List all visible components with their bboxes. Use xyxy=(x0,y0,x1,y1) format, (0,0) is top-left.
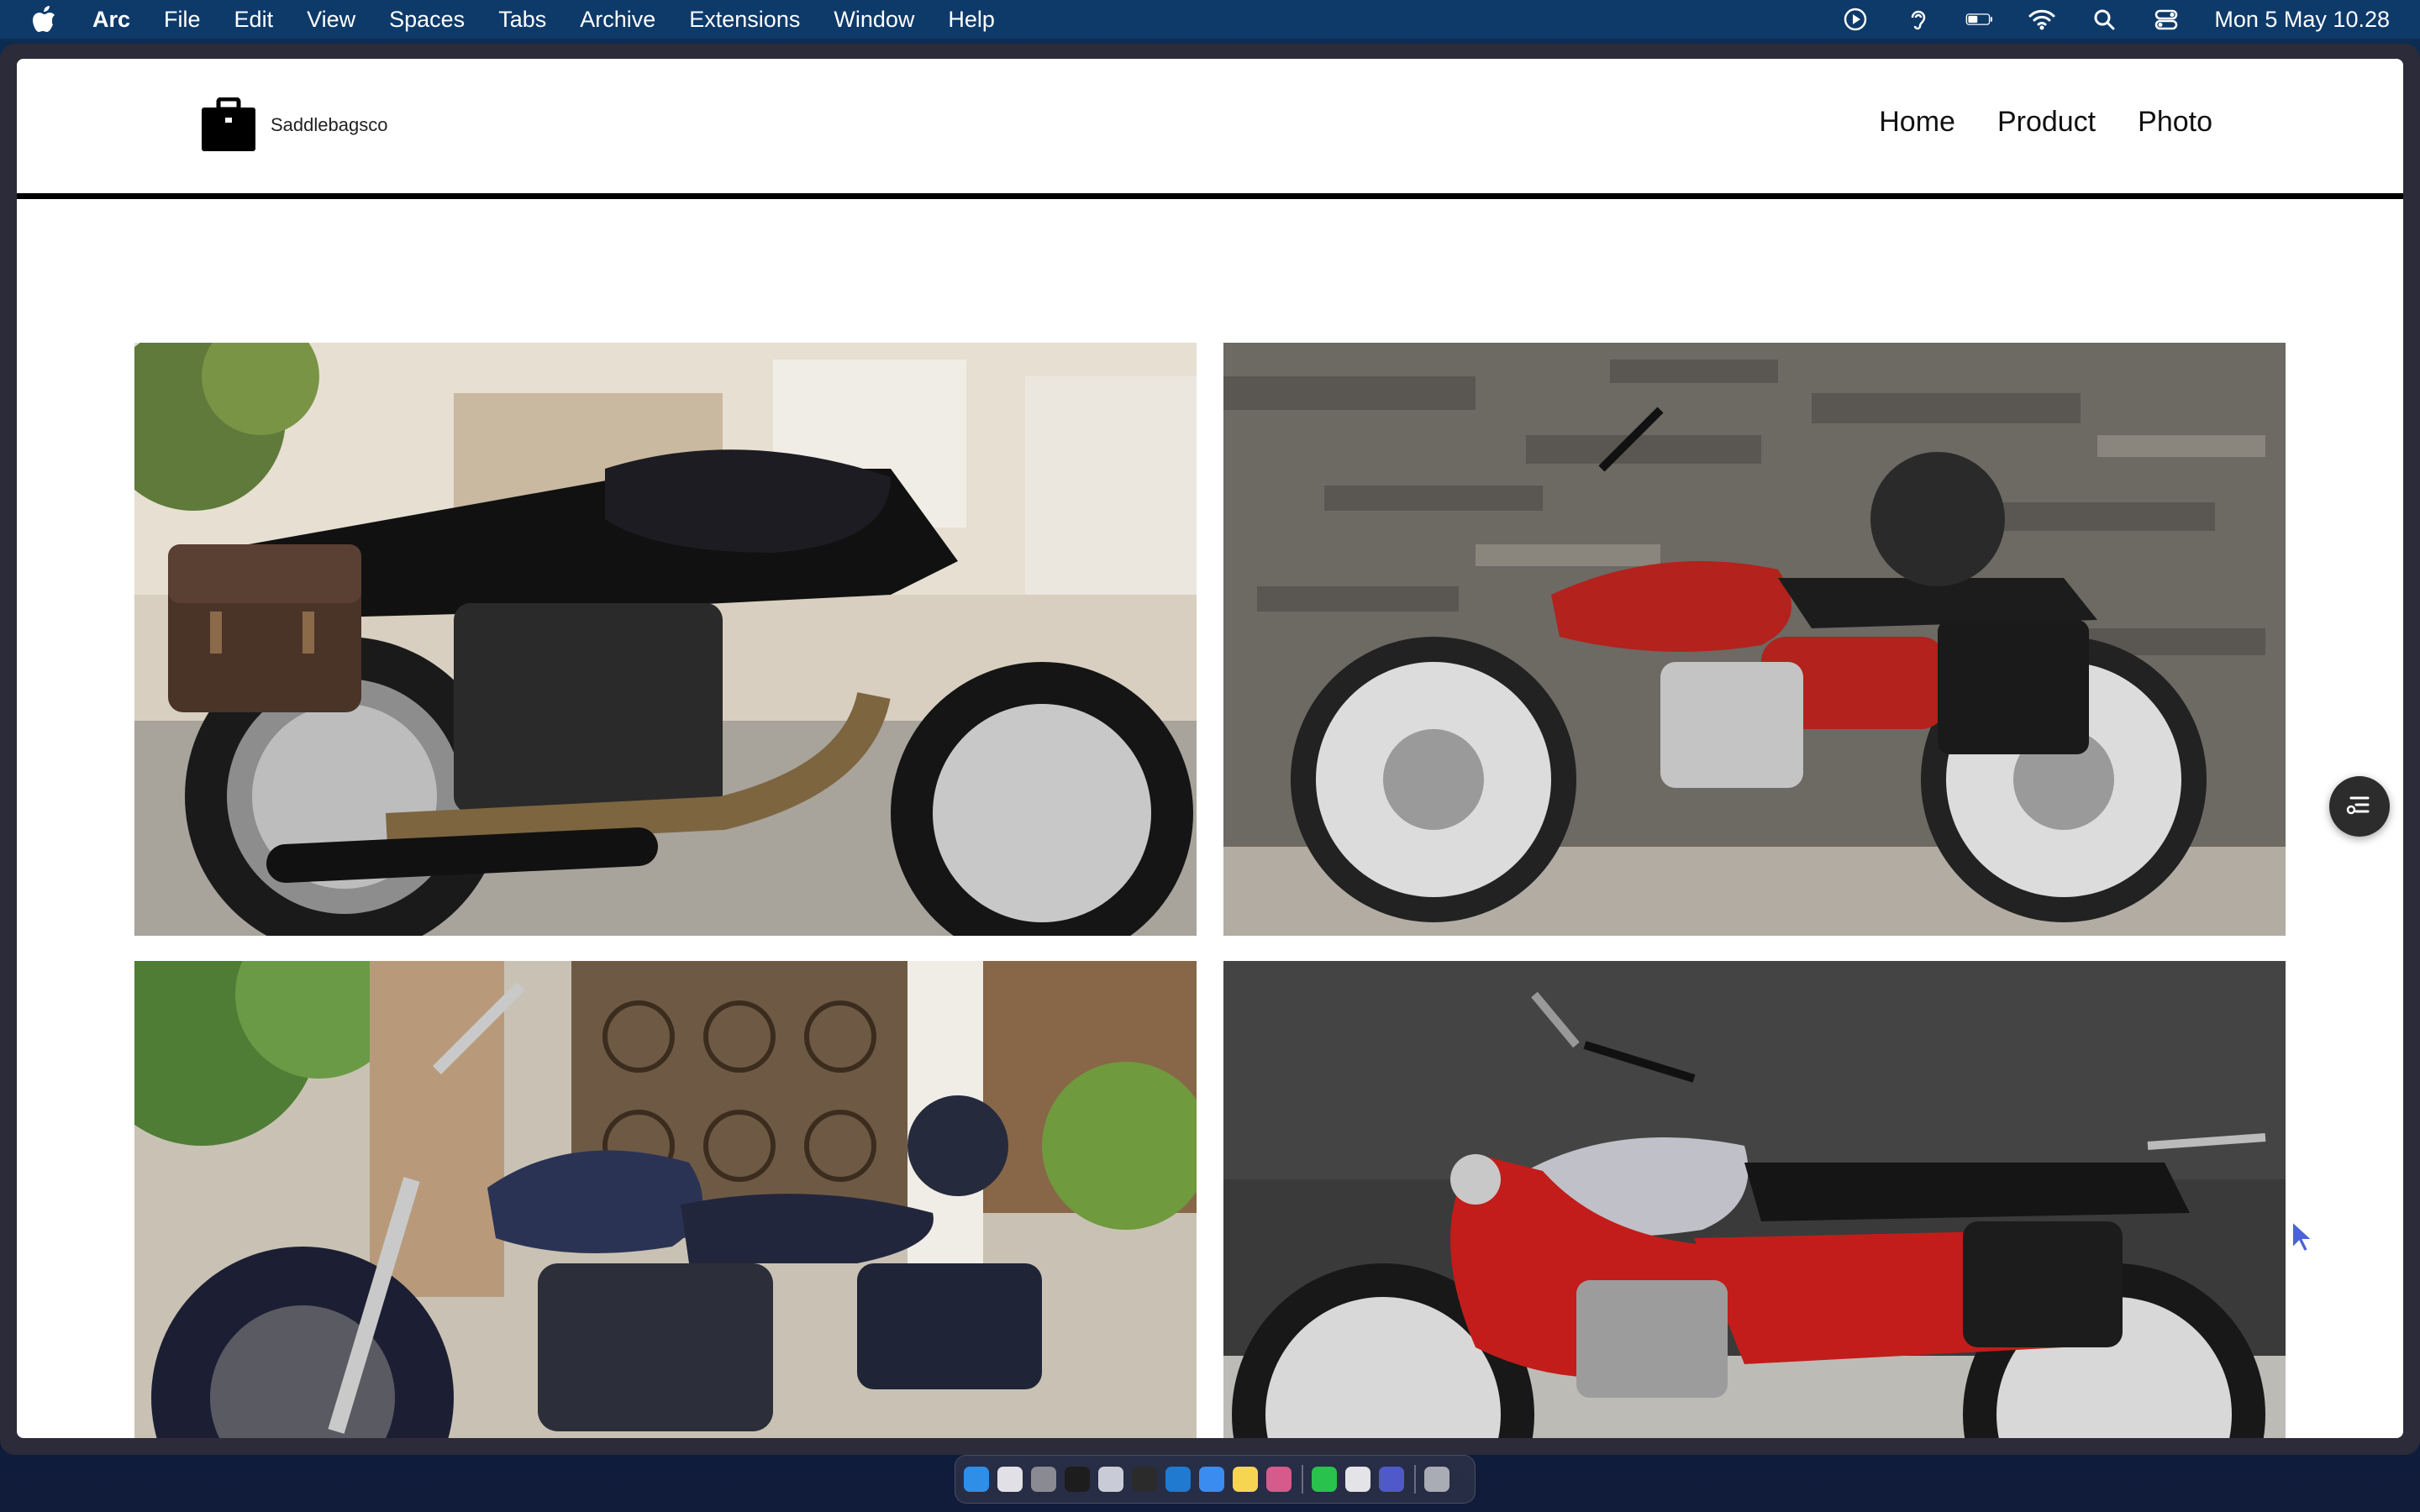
briefcase-logo-icon xyxy=(200,97,257,153)
floating-menu-button[interactable] xyxy=(2329,776,2390,837)
nav-home[interactable]: Home xyxy=(1879,106,1955,139)
nav-photo[interactable]: Photo xyxy=(2138,106,2212,139)
dock xyxy=(955,1455,1476,1504)
menu-app-name[interactable]: Arc xyxy=(92,7,130,33)
disk-utility-icon[interactable] xyxy=(1098,1467,1123,1492)
photo-black-cafe-racer[interactable] xyxy=(134,343,1197,936)
menu-window[interactable]: Window xyxy=(834,7,914,33)
menu-tabs[interactable]: Tabs xyxy=(498,7,546,33)
menu-clock[interactable]: Mon 5 May 10.28 xyxy=(2214,7,2390,33)
control-center-icon[interactable] xyxy=(2152,5,2181,34)
browser-window: Saddlebagsco Home Product Photo xyxy=(0,44,2420,1455)
launchpad-icon[interactable] xyxy=(997,1467,1023,1492)
menu-extensions[interactable]: Extensions xyxy=(689,7,800,33)
console-icon[interactable] xyxy=(1132,1467,1157,1492)
notes-icon[interactable] xyxy=(1233,1467,1258,1492)
menu-view[interactable]: View xyxy=(307,7,355,33)
menu-edit[interactable]: Edit xyxy=(234,7,274,33)
photos-app-icon[interactable] xyxy=(1266,1467,1292,1492)
site-nav: Home Product Photo xyxy=(1837,106,2212,139)
hearing-icon[interactable] xyxy=(1903,5,1932,34)
menu-file[interactable]: File xyxy=(164,7,201,33)
photo-navy-cruiser-motorcycle[interactable] xyxy=(134,961,1197,1438)
apple-icon[interactable] xyxy=(30,5,59,34)
battery-icon[interactable] xyxy=(1965,5,1994,34)
mouse-cursor-icon xyxy=(2291,1219,2315,1253)
dock-separator xyxy=(1302,1465,1303,1494)
photo-red-honda-motorcycle[interactable] xyxy=(1223,343,2286,936)
play-circle-icon[interactable] xyxy=(1841,5,1870,34)
safari-icon[interactable] xyxy=(1199,1467,1224,1492)
menu-bar: Arc File Edit View Spaces Tabs Archive E… xyxy=(0,0,2420,39)
list-filter-icon xyxy=(2343,788,2376,826)
dock-separator xyxy=(1414,1465,1416,1494)
menu-spaces[interactable]: Spaces xyxy=(389,7,465,33)
whatsapp-icon[interactable] xyxy=(1312,1467,1337,1492)
search-icon[interactable] xyxy=(2090,5,2118,34)
finder-icon[interactable] xyxy=(964,1467,989,1492)
menu-archive[interactable]: Archive xyxy=(580,7,655,33)
nav-product[interactable]: Product xyxy=(1997,106,2096,139)
settings-icon[interactable] xyxy=(1031,1467,1056,1492)
teams-icon[interactable] xyxy=(1379,1467,1404,1492)
trash-icon[interactable] xyxy=(1424,1467,1449,1492)
site-header: Saddlebagsco Home Product Photo xyxy=(17,59,2403,199)
brand[interactable]: Saddlebagsco xyxy=(200,97,387,153)
vscode-icon[interactable] xyxy=(1165,1467,1191,1492)
web-page: Saddlebagsco Home Product Photo xyxy=(17,59,2403,1438)
brand-name: Saddlebagsco xyxy=(271,114,388,135)
preview-icon[interactable] xyxy=(1345,1467,1370,1492)
wifi-icon[interactable] xyxy=(2028,5,2056,34)
menu-help[interactable]: Help xyxy=(948,7,995,33)
photo-red-classic-honda[interactable] xyxy=(1223,961,2286,1438)
terminal-icon[interactable] xyxy=(1065,1467,1090,1492)
